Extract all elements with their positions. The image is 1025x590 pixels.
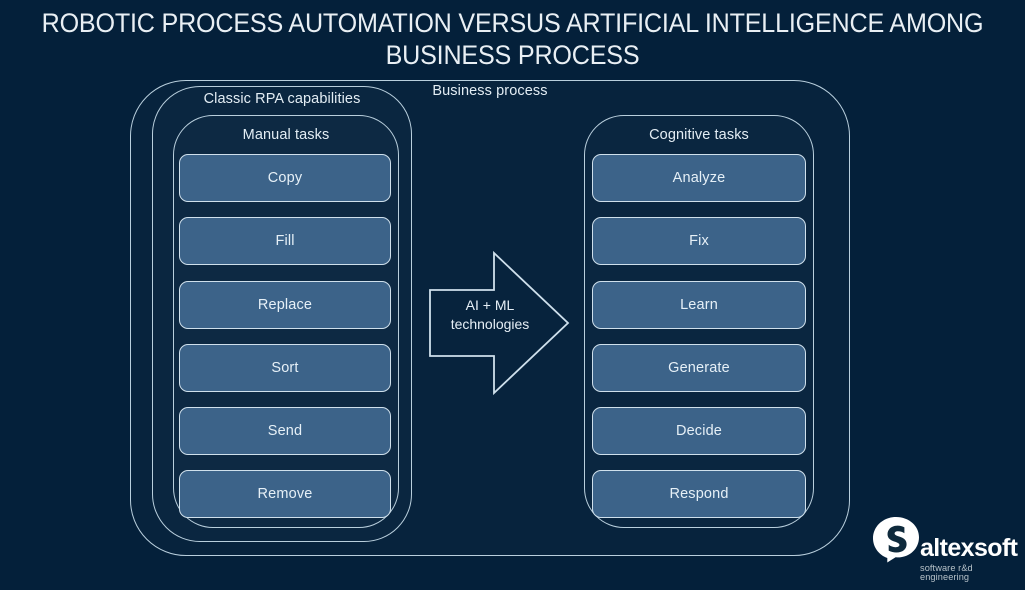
manual-task-box[interactable]: Replace — [179, 281, 391, 329]
manual-task-box[interactable]: Sort — [179, 344, 391, 392]
right-arrow-outline-icon — [428, 250, 570, 396]
logo-name: altexsoft — [920, 534, 1018, 562]
cognitive-task-box[interactable]: Fix — [592, 217, 806, 265]
cognitive-task-box[interactable]: Generate — [592, 344, 806, 392]
classic-rpa-capabilities-label: Classic RPA capabilities — [203, 91, 361, 107]
logo-text-block: altexsoft software r&d engineering — [920, 536, 1020, 582]
cognitive-task-box[interactable]: Learn — [592, 281, 806, 329]
business-process-label: Business process — [432, 83, 548, 99]
cognitive-task-box[interactable]: Respond — [592, 470, 806, 518]
manual-task-box[interactable]: Copy — [179, 154, 391, 202]
cognitive-task-box[interactable]: Analyze — [592, 154, 806, 202]
manual-task-box[interactable]: Fill — [179, 217, 391, 265]
cognitive-tasks-label: Cognitive tasks — [649, 127, 749, 143]
manual-task-box[interactable]: Remove — [179, 470, 391, 518]
manual-tasks-label: Manual tasks — [242, 127, 330, 143]
logo-tagline: software r&d engineering — [920, 563, 973, 583]
cognitive-task-box[interactable]: Decide — [592, 407, 806, 455]
diagram-canvas: ROBOTIC PROCESS AUTOMATION VERSUS ARTIFI… — [0, 0, 1025, 590]
altexsoft-logo: altexsoft software r&d engineering — [868, 516, 1020, 582]
page-title: ROBOTIC PROCESS AUTOMATION VERSUS ARTIFI… — [41, 8, 984, 70]
speech-bubble-a-icon — [872, 516, 920, 564]
manual-task-box[interactable]: Send — [179, 407, 391, 455]
